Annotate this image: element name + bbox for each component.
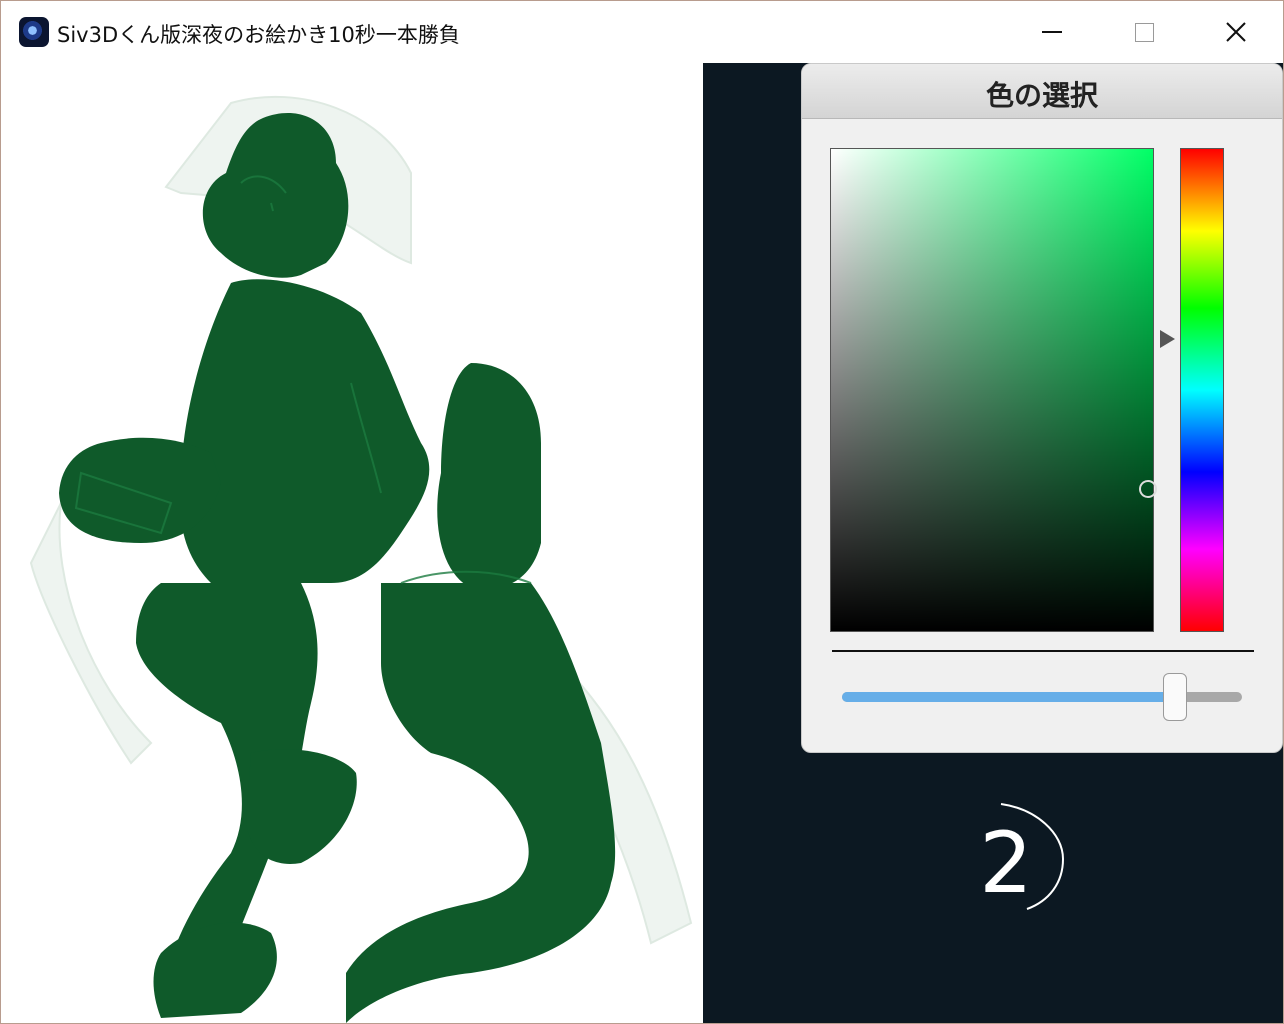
window-title: Siv3Dくん版深夜のお絵かき10秒一本勝負 bbox=[57, 23, 460, 47]
picker-divider bbox=[832, 650, 1254, 652]
hue-pointer-icon[interactable] bbox=[1160, 330, 1175, 348]
maximize-button[interactable] bbox=[1098, 1, 1190, 63]
drawing-shoe-left bbox=[153, 922, 277, 1018]
color-picker-header: 色の選択 bbox=[802, 64, 1282, 119]
minimize-icon bbox=[1042, 31, 1062, 33]
hue-slider[interactable] bbox=[1180, 148, 1224, 632]
color-picker-panel: 色の選択 bbox=[801, 63, 1283, 753]
saturation-value-box[interactable] bbox=[830, 148, 1154, 632]
drawing-torso bbox=[180, 279, 430, 583]
siv3d-app-icon bbox=[19, 17, 49, 47]
maximize-icon bbox=[1134, 22, 1154, 42]
brightness-slider-fill bbox=[842, 692, 1174, 702]
drawing-right-leg bbox=[346, 583, 616, 1023]
minimize-button[interactable] bbox=[1006, 1, 1098, 63]
canvas-artwork bbox=[29, 95, 693, 1023]
brightness-slider-thumb[interactable] bbox=[1163, 673, 1187, 721]
color-picker-title: 色の選択 bbox=[985, 79, 1098, 112]
close-button[interactable] bbox=[1190, 1, 1282, 63]
saturation-value-cursor[interactable] bbox=[1139, 480, 1157, 498]
drawing-canvas[interactable] bbox=[1, 63, 703, 1023]
drawing-right-arm bbox=[437, 363, 541, 590]
drawing-shoe-right bbox=[246, 749, 357, 864]
title-bar[interactable]: Siv3Dくん版深夜のお絵かき10秒一本勝負 bbox=[1, 1, 1283, 63]
countdown-progress-arc bbox=[1000, 803, 1065, 910]
close-icon bbox=[1226, 22, 1246, 42]
app-window: Siv3Dくん版深夜のお絵かき10秒一本勝負 色の選択 2 bbox=[0, 0, 1284, 1024]
